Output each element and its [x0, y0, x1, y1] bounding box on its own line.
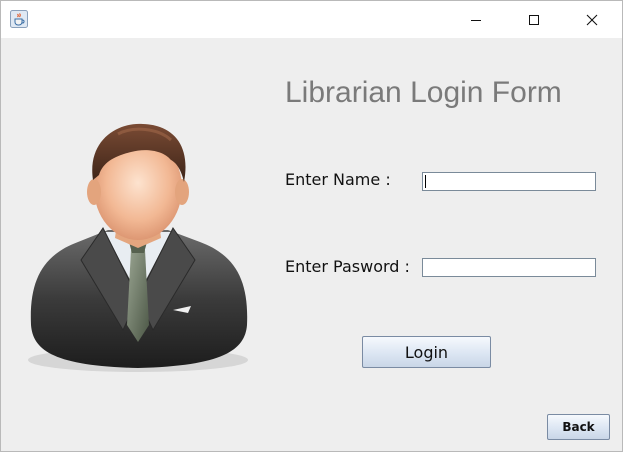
name-label: Enter Name : — [285, 170, 391, 189]
name-field[interactable] — [422, 172, 596, 191]
text-caret — [425, 175, 426, 188]
form-title: Librarian Login Form — [285, 76, 562, 109]
java-cup-icon[interactable] — [10, 10, 28, 28]
minimize-button[interactable] — [447, 1, 505, 38]
close-icon — [586, 14, 598, 25]
businessman-avatar-icon — [28, 123, 248, 372]
form-panel: Librarian Login Form Enter Name : Enter … — [1, 38, 622, 451]
back-button[interactable]: Back — [547, 414, 610, 440]
maximize-button[interactable] — [505, 1, 563, 38]
maximize-icon — [529, 14, 539, 25]
title-bar[interactable] — [1, 1, 622, 38]
login-window: Librarian Login Form Enter Name : Enter … — [0, 0, 623, 452]
login-button[interactable]: Login — [362, 336, 491, 368]
minimize-icon — [471, 19, 481, 21]
password-label: Enter Pasword : — [285, 257, 410, 276]
password-field[interactable] — [422, 258, 596, 277]
close-button[interactable] — [563, 1, 621, 38]
